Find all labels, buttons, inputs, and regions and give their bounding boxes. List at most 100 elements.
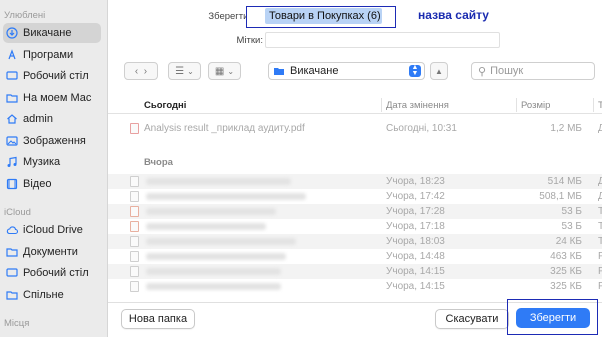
desktop-icon xyxy=(6,267,18,279)
expand-collapse-button[interactable]: ▲ xyxy=(430,62,448,80)
sidebar-item-desktop[interactable]: Робочий стіл xyxy=(3,66,101,86)
sidebar-item-icloud-desktop[interactable]: Робочий стіл xyxy=(3,263,101,283)
grid-icon: ▦ xyxy=(214,65,225,77)
file-row[interactable]: Учора, 14:15 325 КБ Р xyxy=(108,264,602,279)
file-row[interactable]: Учора, 14:48 463 КБ Р xyxy=(108,249,602,264)
file-row[interactable]: Analysis result _приклад аудиту.pdf Сьог… xyxy=(108,121,602,136)
column-header: Сьогодні Дата змінення Розмір Т xyxy=(108,96,602,114)
back-forward-buttons[interactable]: ‹ › xyxy=(124,62,158,80)
sidebar-item-admin[interactable]: admin xyxy=(3,109,101,129)
sidebar-item-icloud-drive[interactable]: iCloud Drive xyxy=(3,220,101,240)
new-folder-button[interactable]: Нова папка xyxy=(121,309,195,329)
chevron-right-icon[interactable]: › xyxy=(144,66,147,77)
file-size: 508,1 МБ xyxy=(539,191,582,202)
file-size: 514 МБ xyxy=(547,176,582,187)
column-divider xyxy=(593,98,594,112)
column-size[interactable]: Розмір xyxy=(521,100,550,111)
tags-label: Мітки: xyxy=(236,35,263,46)
sidebar-item-downloads[interactable]: Викачане xyxy=(3,23,101,43)
file-name-blurred xyxy=(146,178,291,185)
sidebar-item-label: На моем Mac xyxy=(23,92,92,104)
download-icon xyxy=(6,27,18,39)
sidebar-item-label: iCloud Drive xyxy=(23,224,83,236)
chevron-left-icon[interactable]: ‹ xyxy=(135,66,138,77)
column-divider xyxy=(516,98,517,112)
chevron-up-icon: ▲ xyxy=(435,66,443,76)
file-icon xyxy=(130,191,139,202)
sidebar-item-label: admin xyxy=(23,113,53,125)
file-icon xyxy=(130,206,139,217)
search-placeholder: Пошук xyxy=(490,65,524,77)
file-row[interactable]: Учора, 17:42 508,1 МБ Д xyxy=(108,189,602,204)
video-icon xyxy=(6,178,18,190)
sidebar-item-label: Робочий стіл xyxy=(23,70,89,82)
sidebar-item-label: Документи xyxy=(23,246,78,258)
file-icon xyxy=(130,176,139,187)
file-date: Учора, 18:23 xyxy=(386,176,445,187)
group-yesterday: Вчора xyxy=(144,157,173,168)
tags-field[interactable] xyxy=(265,32,500,48)
location-popup[interactable]: Викачане ▲ ▼ xyxy=(268,62,425,80)
file-row[interactable]: Учора, 18:03 24 КБ Т xyxy=(108,234,602,249)
file-kind: Т xyxy=(598,221,602,232)
column-name[interactable]: Сьогодні xyxy=(144,100,186,111)
file-row[interactable]: Учора, 18:23 514 МБ Д xyxy=(108,174,602,189)
sidebar-section-icloud: iCloud xyxy=(4,207,31,218)
file-name-blurred xyxy=(146,283,281,290)
sidebar-item-movies[interactable]: Відео xyxy=(3,174,101,194)
file-kind: Р xyxy=(598,266,602,277)
sidebar-item-documents[interactable]: Документи xyxy=(3,242,101,262)
save-as-field[interactable]: Товари в Покупках (6) xyxy=(265,8,382,24)
grid-view-button[interactable]: ▦ ⌄ xyxy=(208,62,241,80)
file-row[interactable]: Учора, 17:28 53 Б Т xyxy=(108,204,602,219)
music-icon xyxy=(6,156,18,168)
sidebar-item-on-my-mac[interactable]: На моем Mac xyxy=(3,88,101,108)
file-name-blurred xyxy=(146,238,296,245)
file-kind: Т xyxy=(598,206,602,217)
file-date: Учора, 14:15 xyxy=(386,281,445,292)
home-icon xyxy=(6,113,18,125)
file-kind: Д xyxy=(598,123,602,134)
sidebar-item-label: Робочий стіл xyxy=(23,267,89,279)
updown-chevron-icon: ▲ ▼ xyxy=(409,64,421,77)
file-icon xyxy=(130,266,139,277)
column-date-modified[interactable]: Дата змінення xyxy=(386,100,449,111)
file-size: 24 КБ xyxy=(555,236,582,247)
sidebar-item-music[interactable]: Музика xyxy=(3,152,101,172)
list-icon: ☰ xyxy=(175,65,185,77)
file-date: Учора, 17:28 xyxy=(386,206,445,217)
file-icon xyxy=(130,251,139,262)
file-name-blurred xyxy=(146,223,266,230)
file-icon xyxy=(130,281,139,292)
file-size: 53 Б xyxy=(561,206,582,217)
file-kind: Р xyxy=(598,251,602,262)
document-icon xyxy=(6,246,18,258)
file-row[interactable]: Учора, 14:15 325 КБ Р xyxy=(108,279,602,294)
file-date: Учора, 18:03 xyxy=(386,236,445,247)
sidebar-item-applications[interactable]: Програми xyxy=(3,45,101,65)
file-size: 325 КБ xyxy=(550,281,582,292)
photos-icon xyxy=(6,135,18,147)
pdf-file-icon xyxy=(130,123,139,134)
file-date: Учора, 14:15 xyxy=(386,266,445,277)
file-date: Учора, 17:18 xyxy=(386,221,445,232)
list-view-button[interactable]: ☰ ⌄ xyxy=(168,62,201,80)
file-size: 463 КБ xyxy=(550,251,582,262)
folder-icon xyxy=(6,92,18,104)
sidebar-item-pictures[interactable]: Зображення xyxy=(3,131,101,151)
file-name: Analysis result _приклад аудиту.pdf xyxy=(144,123,305,134)
save-dialog: Зберегти як: Товари в Покупках (6) назва… xyxy=(108,0,602,337)
file-icon xyxy=(130,221,139,232)
file-row[interactable]: Учора, 17:18 53 Б Т xyxy=(108,219,602,234)
save-button[interactable]: Зберегти xyxy=(516,308,590,328)
file-size: 1,2 МБ xyxy=(550,123,582,134)
sidebar-section-places: Місця xyxy=(4,318,30,329)
file-date: Учора, 17:42 xyxy=(386,191,445,202)
column-kind[interactable]: Т xyxy=(598,100,602,111)
column-divider xyxy=(381,98,382,112)
sidebar-item-label: Зображення xyxy=(23,135,86,147)
search-field[interactable]: ⚲ Пошук xyxy=(471,62,595,80)
sidebar-item-label: Викачане xyxy=(23,27,72,39)
cancel-button[interactable]: Скасувати xyxy=(435,309,509,329)
sidebar-item-shared[interactable]: Спільне xyxy=(3,285,101,305)
